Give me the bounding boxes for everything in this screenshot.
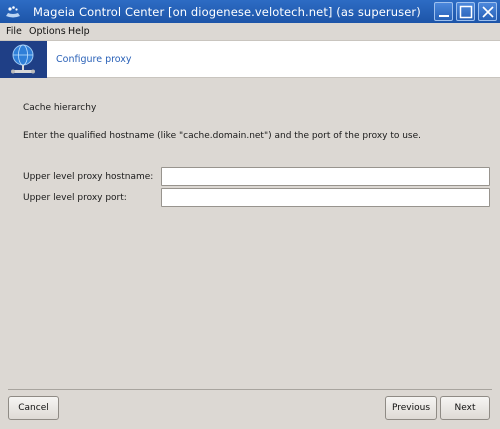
minimize-button[interactable] bbox=[434, 2, 453, 21]
menu-help[interactable]: Help bbox=[68, 26, 90, 37]
maximize-button[interactable] bbox=[456, 2, 475, 21]
hostname-input[interactable] bbox=[162, 168, 489, 185]
port-input[interactable] bbox=[162, 189, 489, 206]
previous-button[interactable]: Previous bbox=[385, 396, 437, 420]
page-title: Configure proxy bbox=[56, 54, 132, 65]
port-label: Upper level proxy port: bbox=[23, 193, 127, 203]
next-button[interactable]: Next bbox=[440, 396, 490, 420]
menu-options[interactable]: Options bbox=[29, 26, 66, 37]
close-button[interactable] bbox=[478, 2, 497, 21]
page-banner: Configure proxy bbox=[0, 40, 500, 78]
maximize-icon bbox=[459, 5, 473, 19]
globe-network-icon bbox=[0, 41, 47, 78]
hostname-label: Upper level proxy hostname: bbox=[23, 172, 154, 182]
menu-file[interactable]: File bbox=[6, 26, 22, 37]
mageia-icon[interactable] bbox=[5, 5, 21, 18]
cancel-button[interactable]: Cancel bbox=[8, 396, 59, 420]
close-icon bbox=[482, 6, 494, 18]
port-field-box bbox=[161, 188, 490, 207]
title-bar: Mageia Control Center [on diogenese.velo… bbox=[0, 0, 500, 23]
footer-divider bbox=[8, 389, 492, 390]
menu-bar: File Options Help bbox=[0, 23, 500, 40]
section-heading: Cache hierarchy bbox=[23, 103, 97, 113]
window-title: Mageia Control Center [on diogenese.velo… bbox=[33, 5, 421, 19]
instruction-text: Enter the qualified hostname (like "cach… bbox=[23, 131, 422, 141]
minimize-icon bbox=[439, 15, 449, 17]
hostname-field-box bbox=[161, 167, 490, 186]
